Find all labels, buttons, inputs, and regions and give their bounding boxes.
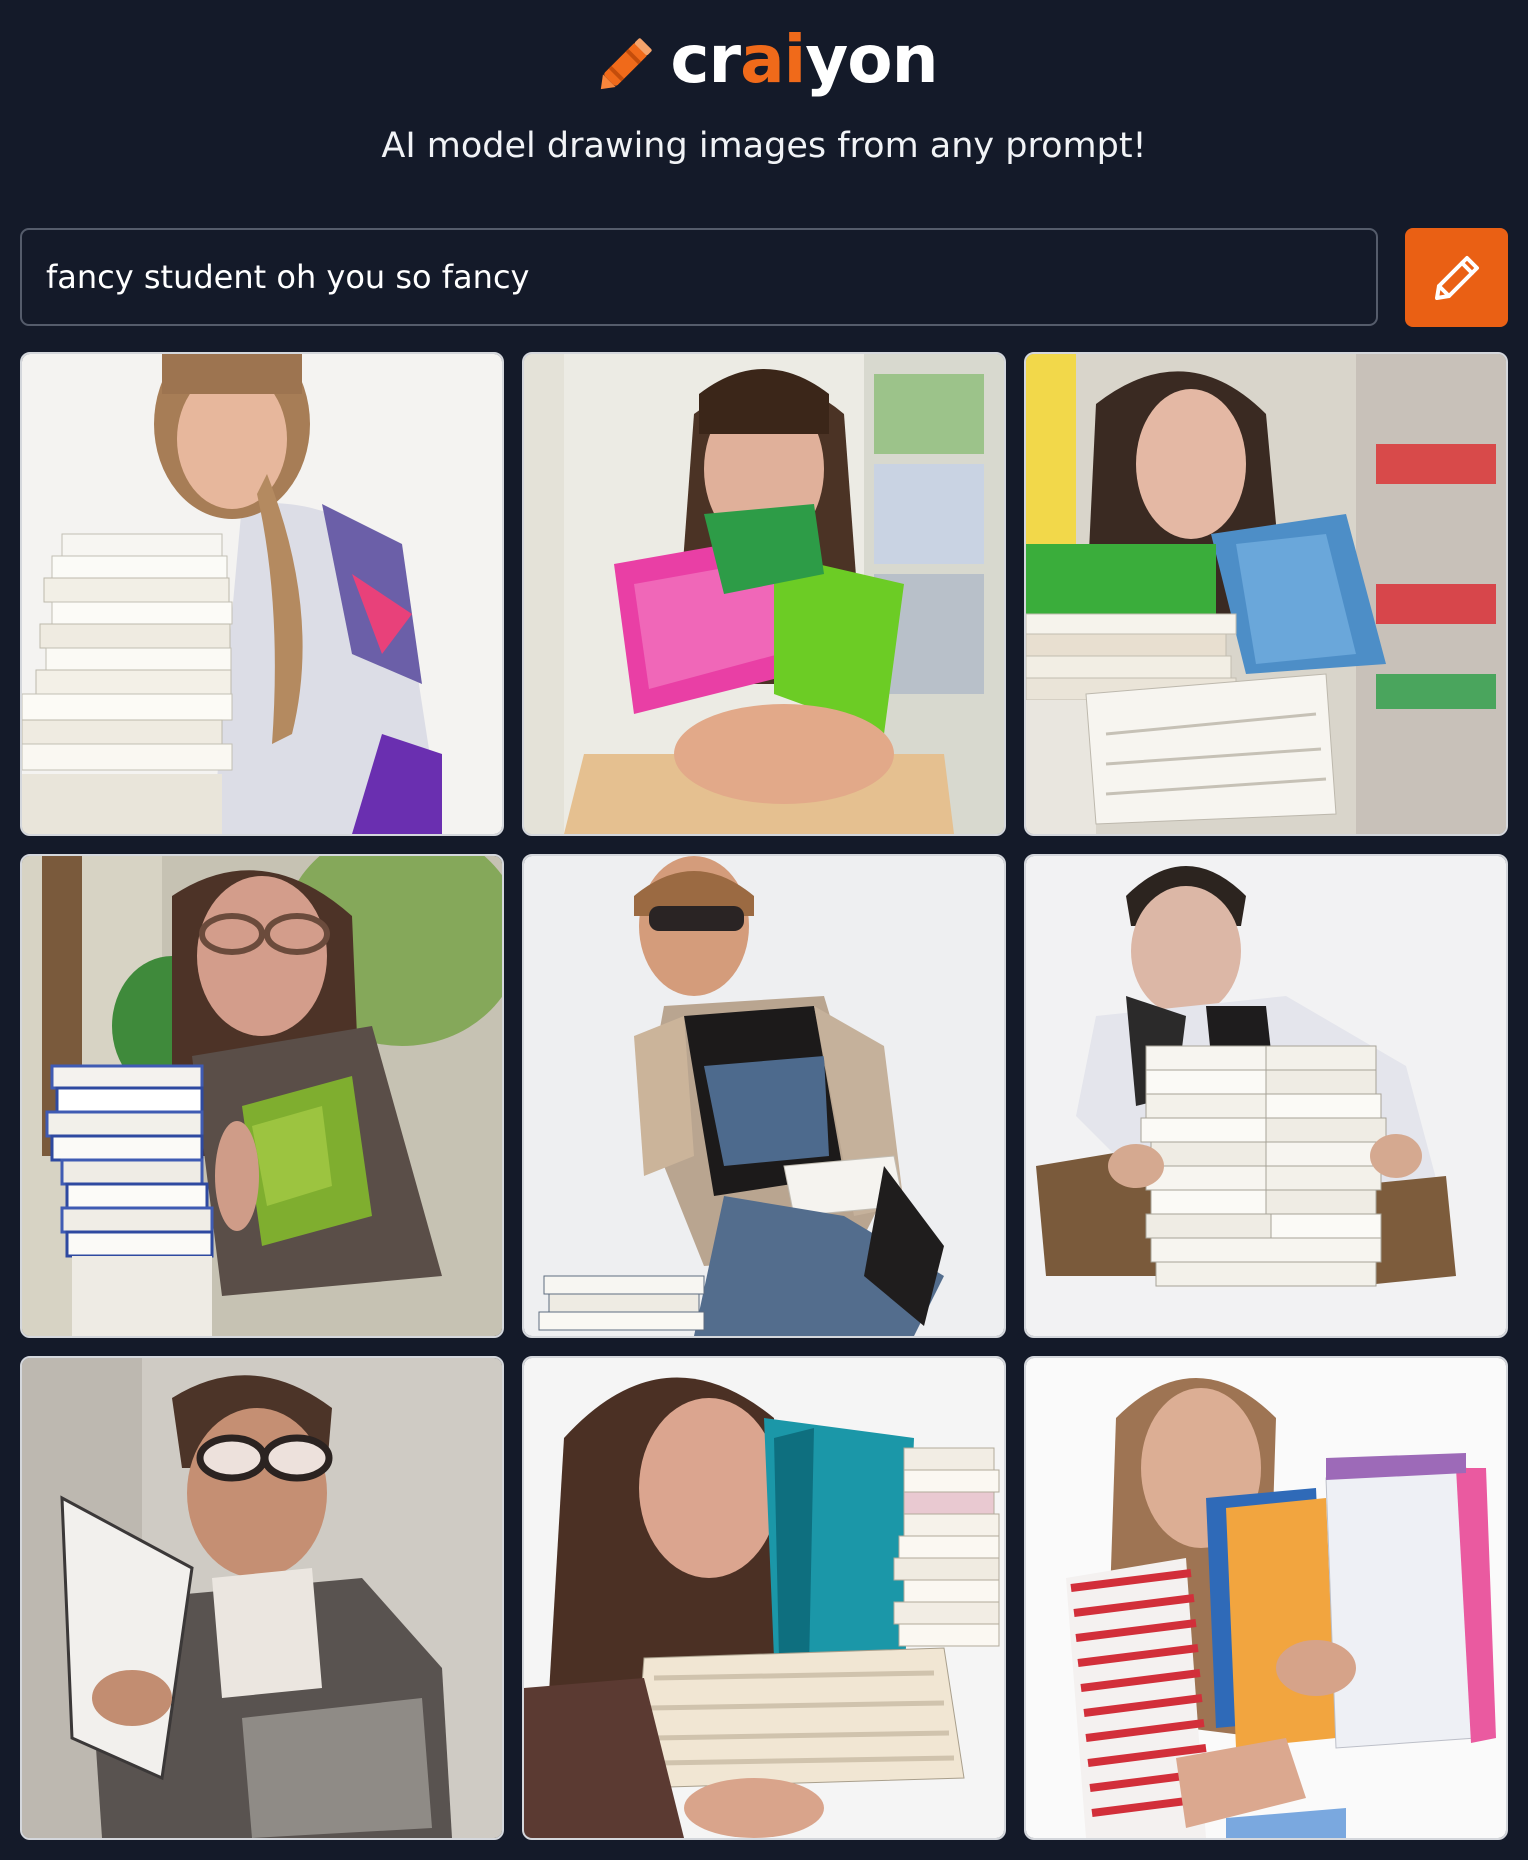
logo[interactable]: craiyon [0,18,1528,108]
prompt-field[interactable] [20,228,1378,326]
tagline: AI model drawing images from any prompt! [381,126,1147,166]
generated-image [524,354,1004,834]
result-image-4[interactable] [20,854,504,1338]
pencil-icon [1434,255,1479,300]
result-image-3[interactable] [1024,352,1508,836]
generated-image [1026,1358,1506,1838]
craiyon-page: craiyon AI model drawing images from any… [0,0,1528,1860]
generated-image [1026,856,1506,1336]
prompt-input[interactable] [46,247,1376,307]
result-image-5[interactable] [522,854,1006,1338]
result-image-9[interactable] [1024,1356,1508,1840]
generated-image [524,856,1004,1336]
generated-image [524,1358,1004,1838]
result-image-1[interactable] [20,352,504,836]
results-grid [20,352,1508,1840]
logo-wordmark: craiyon [670,21,938,98]
generated-image [22,856,502,1336]
generated-image [22,1358,502,1838]
crayon-icon [601,38,653,90]
draw-button[interactable] [1405,228,1508,327]
generated-image [1026,354,1506,834]
result-image-6[interactable] [1024,854,1508,1338]
result-image-2[interactable] [522,352,1006,836]
generated-image [22,354,502,834]
result-image-7[interactable] [20,1356,504,1840]
result-image-8[interactable] [522,1356,1006,1840]
